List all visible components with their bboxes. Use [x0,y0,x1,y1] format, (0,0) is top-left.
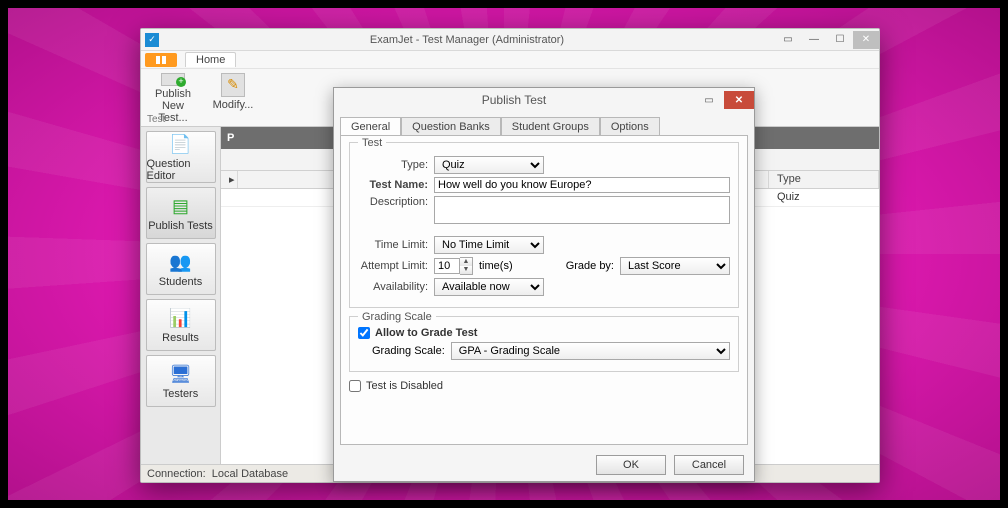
publish-new-icon [161,73,185,86]
sidebar-item-label: Question Editor [147,158,215,182]
sidebar-item-students[interactable]: 👥 Students [146,243,216,295]
maximize-button[interactable]: ☐ [827,31,853,49]
name-label: Test Name: [358,179,428,191]
grading-legend: Grading Scale [358,311,436,323]
gradeby-select[interactable]: Last Score [620,257,730,275]
status-value: Local Database [212,468,288,480]
window-title: ExamJet - Test Manager (Administrator) [159,34,775,46]
ribbon-toggle-icon[interactable]: ▭ [775,31,801,49]
tab-student-groups[interactable]: Student Groups [501,117,600,136]
main-panel: P ▸ Created Type .2013 Quiz Publish Test… [221,127,879,464]
modify-button[interactable]: Modify... [207,71,259,124]
sidebar-item-label: Testers [163,388,198,400]
cancel-button[interactable]: Cancel [674,455,744,475]
tab-general[interactable]: General [340,117,401,136]
allow-grade-checkbox[interactable]: Allow to Grade Test [358,327,730,339]
tab-home[interactable]: Home [185,52,236,67]
minimize-button[interactable]: — [801,31,827,49]
grading-scale-label: Grading Scale: [372,345,445,357]
dialog-titlebar[interactable]: Publish Test ▭ ✕ [334,88,754,112]
allow-grade-input[interactable] [358,327,370,339]
sidebar-item-label: Publish Tests [148,220,213,232]
cell-type: Quiz [769,189,879,206]
ok-button[interactable]: OK [596,455,666,475]
spin-up-icon[interactable]: ▲ [460,258,472,266]
quick-access-toolbar: Home [141,51,879,69]
disabled-label: Test is Disabled [366,380,443,392]
disabled-checkbox[interactable]: Test is Disabled [349,380,739,392]
attempt-input[interactable] [434,258,460,274]
chart-icon: 📊 [168,306,194,330]
sidebar-item-question-editor[interactable]: 📄 Question Editor [146,131,216,183]
sidebar-item-label: Students [159,276,202,288]
description-input[interactable] [434,196,730,224]
list-icon: ▤ [168,194,194,218]
sidebar-item-publish-tests[interactable]: ▤ Publish Tests [146,187,216,239]
modify-label: Modify... [213,99,254,111]
publish-test-dialog: Publish Test ▭ ✕ General Question Banks … [333,87,755,482]
document-icon: 📄 [168,132,194,156]
dialog-body: Test Type: Quiz Test Name: Des [340,135,748,445]
close-button[interactable]: ✕ [853,31,879,49]
spin-down-icon[interactable]: ▼ [460,266,472,274]
app-icon: ✓ [145,33,159,47]
students-icon: 👥 [168,250,194,274]
disabled-input[interactable] [349,380,361,392]
attempt-spinner[interactable]: ▲▼ [434,257,473,275]
dialog-title: Publish Test [334,93,694,107]
timelimit-select[interactable]: No Time Limit [434,236,544,254]
sidebar-item-results[interactable]: 📊 Results [146,299,216,351]
sidebar-item-testers[interactable]: 🖥 Testers [146,355,216,407]
test-name-input[interactable] [434,177,730,193]
test-fieldset: Test Type: Quiz Test Name: Des [349,142,739,308]
times-label: time(s) [479,260,513,272]
grading-scale-select[interactable]: GPA - Grading Scale [451,342,730,360]
desc-label: Description: [358,196,428,208]
test-legend: Test [358,137,386,149]
col-type[interactable]: Type [769,171,879,188]
dialog-tabs: General Question Banks Student Groups Op… [334,112,754,135]
timelimit-label: Time Limit: [358,239,428,251]
gradeby-label: Grade by: [566,260,614,272]
titlebar[interactable]: ✓ ExamJet - Test Manager (Administrator)… [141,29,879,51]
main-window: ✓ ExamJet - Test Manager (Administrator)… [140,28,880,483]
app-menu-button[interactable] [145,53,177,67]
availability-select[interactable]: Available now [434,278,544,296]
row-indicator: ▸ [221,171,238,188]
avail-label: Availability: [358,281,428,293]
allow-grade-label: Allow to Grade Test [375,327,477,339]
status-label: Connection: [147,468,206,480]
modify-icon [221,73,245,97]
tab-options[interactable]: Options [600,117,660,136]
sidebar: 📄 Question Editor ▤ Publish Tests 👥 Stud… [141,127,221,464]
dialog-restore-icon[interactable]: ▭ [694,91,724,109]
sidebar-item-label: Results [162,332,199,344]
grading-fieldset: Grading Scale Allow to Grade Test Gradin… [349,316,739,372]
type-label: Type: [358,159,428,171]
ribbon-group-label: Test [147,114,165,125]
dialog-close-button[interactable]: ✕ [724,91,754,109]
tab-question-banks[interactable]: Question Banks [401,117,501,136]
computers-icon: 🖥 [168,362,194,386]
type-select[interactable]: Quiz [434,156,544,174]
attempt-label: Attempt Limit: [358,260,428,272]
